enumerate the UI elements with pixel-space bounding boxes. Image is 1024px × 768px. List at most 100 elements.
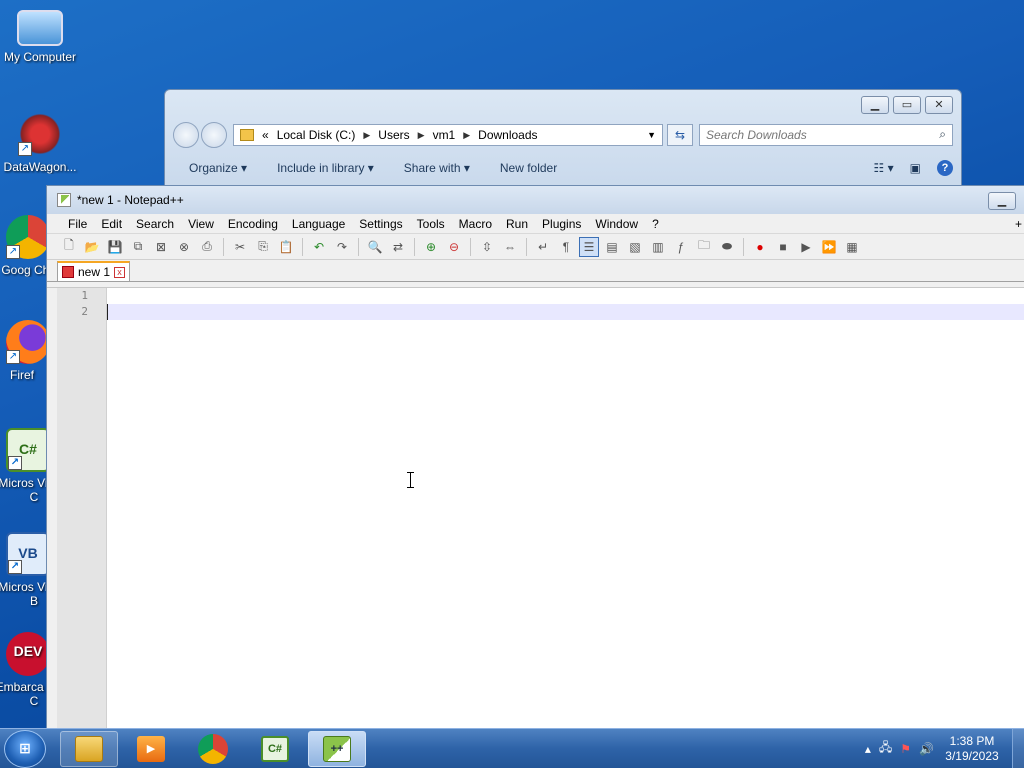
zoom-out-icon[interactable]: ⊖ [444,237,464,257]
indent-guide-icon[interactable]: ☰ [579,236,599,257]
user-language-icon[interactable]: ▤ [602,237,622,257]
new-file-icon[interactable]: 🗋 [59,237,79,257]
close-button[interactable]: ✕ [925,96,953,114]
explorer-window[interactable]: ▁ ▭ ✕ « Local Disk (C:) ▶ Users ▶ vm1 ▶ … [164,89,962,189]
undo-icon[interactable]: ↶ [309,237,329,257]
play-macro-icon[interactable]: ▶ [796,237,816,257]
menu-file[interactable]: File [61,214,94,234]
save-icon[interactable]: 💾 [105,237,125,257]
close-tab-icon[interactable]: x [114,266,126,278]
copy-icon[interactable]: ⎘ [253,237,273,257]
desktop-icon-dev-cpp[interactable]: DEV Embarca Dev-C [0,632,50,708]
sync-horizontal-icon[interactable]: ⇔ [500,237,520,257]
taskbar-visual-csharp[interactable]: C# [246,731,304,767]
action-center-icon[interactable]: ⚑ [900,742,911,756]
tab-new-1[interactable]: new 1 x [57,261,131,281]
menu-plus[interactable]: + [1008,214,1024,234]
menu-help[interactable]: ? [645,214,666,234]
menu-edit[interactable]: Edit [94,214,129,234]
menu-encoding[interactable]: Encoding [221,214,285,234]
menu-macro[interactable]: Macro [452,214,499,234]
address-overflow[interactable]: « [262,128,269,142]
clock[interactable]: 1:38 PM 3/19/2023 [942,734,1002,764]
minimize-button[interactable]: ▁ [988,192,1016,210]
menu-view[interactable]: View [181,214,221,234]
network-icon[interactable]: 🖧 [879,738,892,759]
minimize-button[interactable]: ▁ [861,96,889,114]
record-macro-icon[interactable]: ● [750,237,770,257]
address-bar[interactable]: « Local Disk (C:) ▶ Users ▶ vm1 ▶ Downlo… [233,124,663,146]
desktop-icon-chrome[interactable]: ↗ Goog Chron [0,215,50,277]
desktop-icon-firefox[interactable]: ↗ Firef [0,320,50,382]
code-area[interactable] [107,288,1024,729]
chevron-right-icon[interactable]: ▶ [418,130,425,141]
menu-search[interactable]: Search [129,214,181,234]
volume-icon[interactable]: 🔊 [919,742,934,756]
run-macro-multiple-icon[interactable]: ⏩ [819,237,839,257]
cut-icon[interactable]: ✂ [230,237,250,257]
desktop-icon-datawagon[interactable]: ↗ DataWagon... [0,112,80,174]
save-macro-icon[interactable]: ▦ [842,237,862,257]
include-in-library-button[interactable]: Include in library ▾ [277,161,374,175]
forward-button[interactable] [201,122,227,148]
breadcrumb-users[interactable]: Users [378,128,409,142]
breadcrumb-vm1[interactable]: vm1 [433,128,456,142]
editor-area[interactable]: 1 2 [47,287,1024,729]
view-options-icon[interactable]: ☷ ▾ [874,161,894,175]
menu-tools[interactable]: Tools [410,214,452,234]
show-all-chars-icon[interactable]: ¶ [556,237,576,257]
search-input[interactable]: Search Downloads ⌕ [699,124,953,146]
open-file-icon[interactable]: 📂 [82,237,102,257]
print-icon[interactable]: ⎙ [197,237,217,257]
menu-language[interactable]: Language [285,214,352,234]
show-hidden-icons-icon[interactable]: ▴ [865,742,871,756]
desktop-icon-visual-csharp[interactable]: C# ↗ Micros Visual C [0,428,50,504]
redo-icon[interactable]: ↷ [332,237,352,257]
doc-list-icon[interactable]: ▥ [648,237,668,257]
start-button[interactable]: ⊞ [4,729,46,768]
new-folder-button[interactable]: New folder [500,161,557,175]
close-file-icon[interactable]: ⊠ [151,237,171,257]
monitoring-icon[interactable]: ⬬ [717,237,737,257]
taskbar-explorer[interactable] [60,730,118,767]
doc-map-icon[interactable]: ▧ [625,237,645,257]
menu-settings[interactable]: Settings [352,214,409,234]
menu-plugins[interactable]: Plugins [535,214,588,234]
explorer-nav-row: « Local Disk (C:) ▶ Users ▶ vm1 ▶ Downlo… [173,122,953,148]
find-icon[interactable]: 🔍 [365,237,385,257]
breadcrumb-downloads[interactable]: Downloads [478,128,537,142]
refresh-button[interactable]: ⇆ [667,124,693,146]
share-with-button[interactable]: Share with ▾ [404,161,470,175]
breadcrumb-local-disk[interactable]: Local Disk (C:) [277,128,356,142]
chevron-right-icon[interactable]: ▶ [463,130,470,141]
desktop-icon-visual-basic[interactable]: VB ↗ Micros Visual B [0,532,50,608]
back-button[interactable] [173,122,199,148]
desktop-icon-my-computer[interactable]: My Computer [0,10,80,64]
notepad-title-bar[interactable]: *new 1 - Notepad++ ▁ [47,186,1024,214]
save-all-icon[interactable]: ⧉ [128,237,148,257]
taskbar-notepad-plus-plus[interactable]: ++ [308,730,366,767]
taskbar-media-player[interactable]: ▶ [122,731,180,767]
help-icon[interactable]: ? [937,160,953,176]
function-list-icon[interactable]: ƒ [671,237,691,257]
chevron-right-icon[interactable]: ▶ [363,130,370,141]
chevron-down-icon[interactable]: ▼ [647,130,656,140]
folder-workspace-icon[interactable]: 🗀 [694,237,714,257]
stop-macro-icon[interactable]: ■ [773,237,793,257]
word-wrap-icon[interactable]: ↵ [533,237,553,257]
code-line[interactable] [107,288,1024,304]
code-line-current[interactable] [107,304,1024,320]
organize-button[interactable]: Organize ▾ [189,161,247,175]
zoom-in-icon[interactable]: ⊕ [421,237,441,257]
menu-run[interactable]: Run [499,214,535,234]
preview-pane-icon[interactable]: ▣ [910,161,921,175]
menu-window[interactable]: Window [588,214,645,234]
show-desktop-button[interactable] [1012,728,1024,768]
notepad-window[interactable]: *new 1 - Notepad++ ▁ File Edit Search Vi… [46,185,1024,729]
taskbar-chrome[interactable] [184,731,242,767]
replace-icon[interactable]: ⇄ [388,237,408,257]
maximize-button[interactable]: ▭ [893,96,921,114]
close-all-icon[interactable]: ⊗ [174,237,194,257]
sync-vertical-icon[interactable]: ⇳ [477,237,497,257]
paste-icon[interactable]: 📋 [276,237,296,257]
